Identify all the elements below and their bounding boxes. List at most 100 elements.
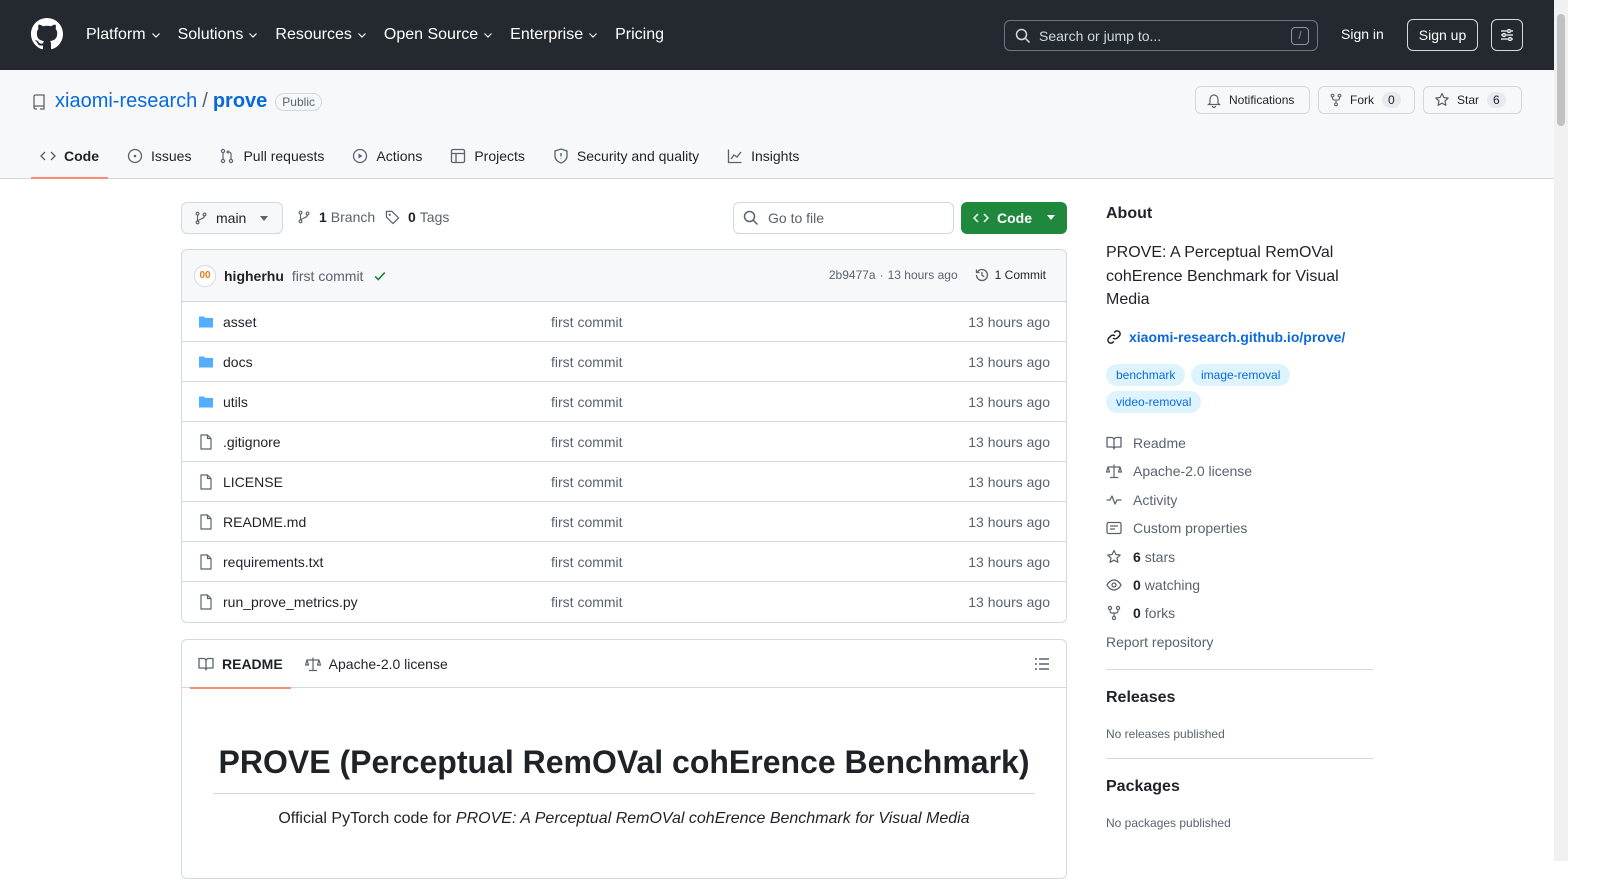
table-row[interactable]: requirements.txt first commit 13 hours ago [182,542,1066,582]
file-type-icon [198,394,214,410]
file-name-link[interactable]: utils [223,394,248,410]
commit-dot: · [879,268,884,282]
tab-label: Actions [376,147,423,164]
packages-heading[interactable]: Packages [1106,778,1180,796]
file-name-link[interactable]: requirements.txt [223,554,323,570]
nav-solutions[interactable]: Solutions [178,24,259,46]
nav-platform[interactable]: Platform [86,24,161,46]
nav-resources[interactable]: Resources [275,24,366,46]
file-name-link[interactable]: README.md [223,514,306,530]
sliders-icon [1501,29,1513,41]
link-icon [1107,330,1121,344]
table-row[interactable]: .gitignore first commit 13 hours ago [182,422,1066,462]
table-row[interactable]: run_prove_metrics.py first commit 13 hours… [182,582,1066,622]
tab-actions[interactable]: Actions [343,133,431,178]
stars-link[interactable]: 6 stars [1106,549,1175,565]
readme-link[interactable]: Readme [1106,435,1186,451]
sign-in-link[interactable]: Sign in [1341,26,1384,42]
releases-heading[interactable]: Releases [1106,689,1175,707]
tab-pull-requests[interactable]: Pull requests [210,133,333,178]
report-repository-link[interactable]: Report repository [1106,634,1213,650]
tab-security[interactable]: Security and quality [544,133,708,178]
sign-up-button[interactable]: Sign up [1407,19,1478,51]
check-icon[interactable] [373,269,387,283]
topic-tag[interactable]: image-removal [1191,364,1291,386]
fork-button[interactable]: Fork 0 [1318,86,1415,114]
tab-readme[interactable]: README [190,640,291,689]
tab-projects[interactable]: Projects [441,133,534,178]
topic-tag[interactable]: video-removal [1106,391,1202,413]
page-scrollbar[interactable] [1554,0,1568,861]
file-name-link[interactable]: LICENSE [223,474,283,490]
book-icon [1106,436,1122,450]
notifications-button[interactable]: Notifications [1195,86,1310,114]
github-logo-icon[interactable] [31,18,63,50]
scrollbar-thumb[interactable] [1557,14,1565,126]
repo-name-link[interactable]: prove [213,90,267,113]
table-row[interactable]: asset first commit 13 hours ago [182,302,1066,342]
topic-tag[interactable]: benchmark [1106,364,1186,386]
file-name-link[interactable]: docs [223,354,253,370]
tags-link[interactable]: 0 Tags [385,209,449,225]
forks-label: forks [1144,605,1176,621]
file-commit-message-link[interactable]: first commit [551,314,623,330]
table-row[interactable]: docs first commit 13 hours ago [182,342,1066,382]
license-label: Apache-2.0 license [1133,463,1253,479]
commit-history-link[interactable]: 1 Commit [974,267,1046,283]
custom-properties-link[interactable]: Custom properties [1106,520,1247,536]
code-dropdown-button[interactable]: Code [961,202,1067,234]
file-commit-time: 13 hours ago [968,474,1050,490]
file-name-link[interactable]: .gitignore [223,434,281,450]
repo-owner-link[interactable]: xiaomi-research [55,90,197,113]
tab-license[interactable]: Apache-2.0 license [297,640,456,688]
tab-code[interactable]: Code [31,133,108,179]
file-commit-message-link[interactable]: first commit [551,394,623,410]
table-row[interactable]: README.md first commit 13 hours ago [182,502,1066,542]
bell-icon [1207,94,1221,108]
nav-enterprise[interactable]: Enterprise [510,24,598,46]
star-button[interactable]: Star 6 [1423,86,1522,114]
code-icon [40,151,56,160]
branch-icon [195,211,207,225]
file-commit-message-link[interactable]: first commit [551,354,623,370]
readme-intro-text: Official PyTorch code for [278,810,456,827]
commit-sha-link[interactable]: 2b9477a [829,268,876,282]
search-icon [1015,28,1031,43]
avatar[interactable]: 00 [194,264,216,287]
note-icon [1106,521,1122,535]
nav-open-source[interactable]: Open Source [384,24,493,46]
branches-link[interactable]: 1 Branch [297,209,375,225]
menu-button[interactable] [1491,19,1523,51]
table-row[interactable]: utils first commit 13 hours ago [182,382,1066,422]
chevron-down-icon [484,33,493,38]
law-icon [1106,464,1122,479]
activity-link[interactable]: Activity [1106,492,1177,508]
file-commit-message-link[interactable]: first commit [551,474,623,490]
tab-label: Pull requests [243,147,325,164]
commit-message-link[interactable]: first commit [292,268,364,284]
file-name-link[interactable]: asset [223,314,256,330]
list-icon[interactable] [1034,656,1050,672]
global-search-input[interactable]: Search or jump to... / [1004,20,1318,51]
commit-author-link[interactable]: higherhu [224,268,284,284]
nav-label: Solutions [177,26,244,43]
table-row[interactable]: LICENSE first commit 13 hours ago [182,462,1066,502]
watching-link[interactable]: 0 watching [1106,577,1200,593]
file-commit-message-link[interactable]: first commit [551,434,623,450]
file-commit-time: 13 hours ago [968,554,1050,570]
tab-insights[interactable]: Insights [718,133,808,178]
latest-commit-bar: 00 higherhu first commit 2b9477a · 13 ho… [182,250,1066,302]
file-name-link[interactable]: run_prove_metrics.py [223,594,358,610]
branch-select-button[interactable]: main [181,202,283,234]
forks-link[interactable]: 0 forks [1106,605,1175,621]
nav-label: Pricing [615,26,664,43]
license-link[interactable]: Apache-2.0 license [1106,463,1252,479]
tab-issues[interactable]: Issues [118,133,200,178]
file-commit-message-link[interactable]: first commit [551,594,623,610]
website-link[interactable]: xiaomi-research.github.io/prove/ [1106,329,1345,345]
nav-pricing[interactable]: Pricing [615,24,664,46]
file-commit-message-link[interactable]: first commit [551,554,623,570]
go-to-file-input[interactable]: Go to file [733,202,954,234]
file-commit-message-link[interactable]: first commit [551,514,623,530]
visibility-badge: Public [275,92,322,111]
